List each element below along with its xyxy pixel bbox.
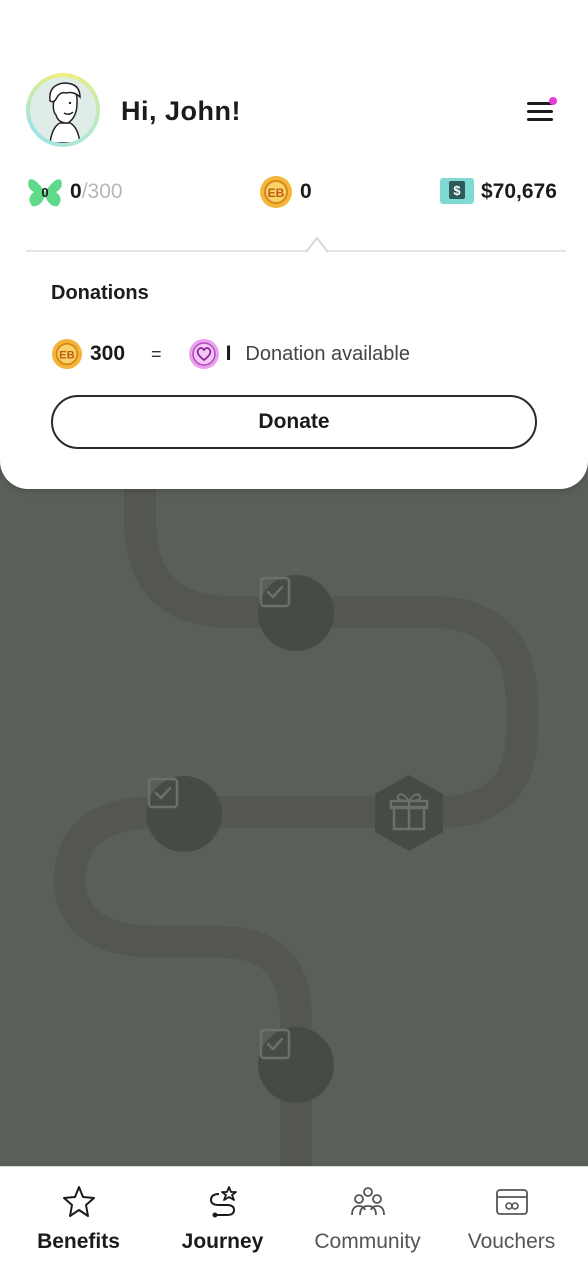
nav-label-community: Community (314, 1230, 421, 1253)
cash-amount: $70,676 (481, 180, 557, 203)
butterfly-icon: 0 (28, 179, 62, 207)
greeting-title: Hi, John! (121, 96, 241, 126)
svg-text:$: $ (453, 183, 461, 198)
star-icon (62, 1186, 95, 1217)
butterfly-count: 0 (70, 180, 82, 203)
avatar-image (30, 77, 96, 143)
nav-item-benefits[interactable]: Benefits (5, 1167, 152, 1273)
butterfly-stat[interactable]: 0 0/300 (26, 172, 123, 212)
checkbox-icon (259, 1028, 291, 1060)
svg-text:EB: EB (268, 186, 285, 200)
profile-card: Hi, John! 0 0/300 EB 0 $ $70,676 Donatio… (0, 0, 588, 489)
coin-icon: EB (51, 338, 83, 370)
person-illustration (49, 82, 81, 143)
avatar[interactable] (26, 73, 100, 147)
donation-conversion: EB 300 = I Donation available (51, 336, 410, 372)
heart-token-icon (188, 339, 219, 369)
donate-button[interactable]: Donate (51, 395, 537, 449)
journey-gift-reward[interactable] (372, 773, 446, 853)
nav-item-community[interactable]: Community (294, 1167, 441, 1273)
journey-icon (209, 1186, 237, 1218)
voucher-icon (495, 1189, 528, 1215)
equals-sign: = (151, 343, 162, 364)
coin-count: 0 (300, 180, 312, 203)
gift-icon (375, 775, 443, 851)
donation-count: I (225, 342, 232, 365)
donations-heading: Donations (51, 282, 149, 304)
journey-step-completed[interactable] (258, 1027, 334, 1103)
journey-step-completed[interactable] (146, 776, 222, 852)
butterfly-badge: 0 (41, 185, 48, 200)
svg-text:EB: EB (59, 350, 75, 362)
checkbox-icon (147, 777, 179, 809)
nav-label-benefits: Benefits (37, 1230, 120, 1253)
donation-available-text: Donation available (245, 342, 410, 365)
nav-label-journey: Journey (181, 1230, 264, 1253)
bottom-nav: Benefits Journey Community Vouchers (0, 1166, 588, 1273)
cash-icon: $ (440, 178, 474, 204)
donation-coin-amount: 300 (90, 342, 126, 365)
notification-dot (549, 97, 557, 105)
checkbox-icon (259, 576, 291, 608)
divider (26, 250, 566, 252)
coin-icon: EB (260, 176, 292, 208)
pointer-caret (306, 236, 328, 253)
coin-stat[interactable]: EB 0 (259, 172, 312, 212)
community-icon (350, 1187, 385, 1216)
butterfly-total: /300 (81, 180, 123, 203)
nav-label-vouchers: Vouchers (467, 1230, 556, 1253)
nav-item-journey[interactable]: Journey (149, 1167, 296, 1273)
menu-button[interactable] (524, 96, 558, 126)
journey-step-completed[interactable] (258, 575, 334, 651)
cash-stat[interactable]: $ $70,676 (439, 172, 557, 212)
nav-item-vouchers[interactable]: Vouchers (438, 1167, 585, 1273)
